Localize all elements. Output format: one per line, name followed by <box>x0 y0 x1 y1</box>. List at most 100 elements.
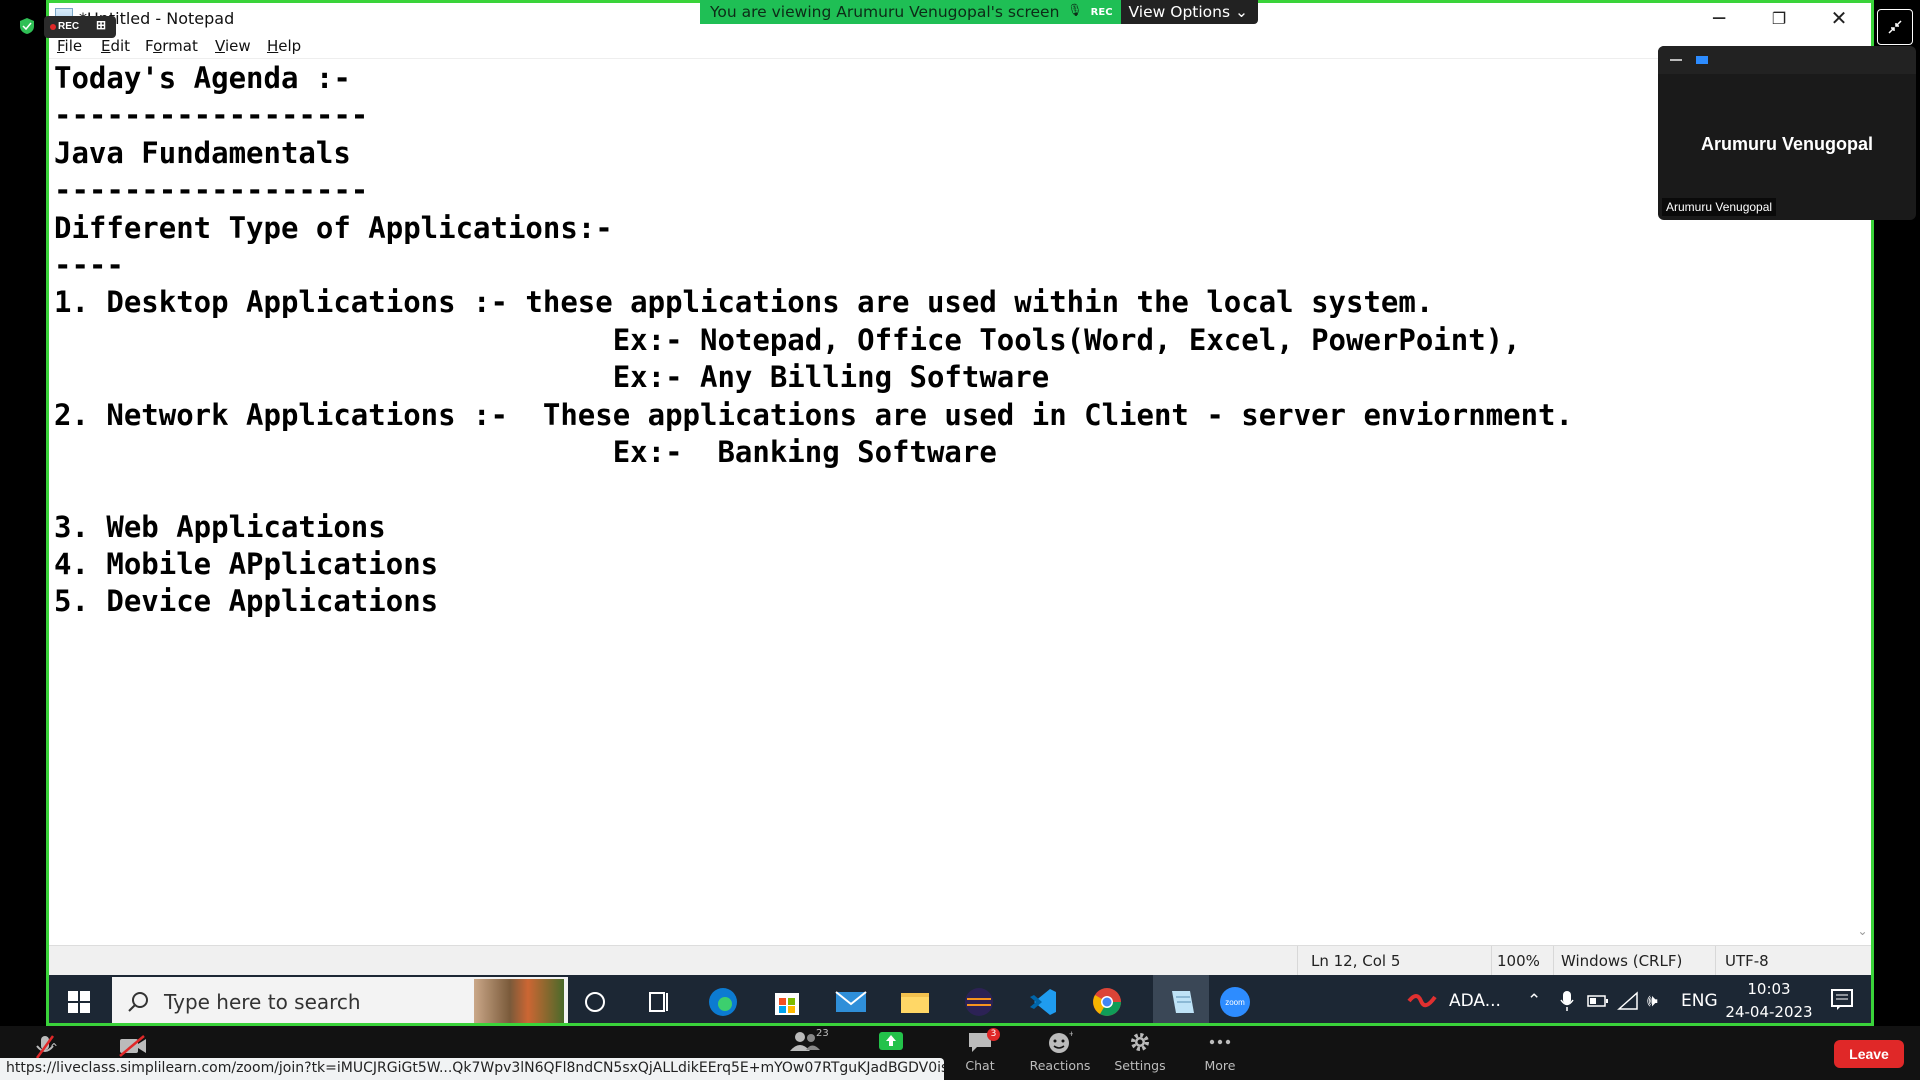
settings-button[interactable]: Settings <box>1105 1030 1175 1073</box>
shield-icon <box>20 18 34 39</box>
status-divider <box>1715 946 1716 976</box>
status-divider <box>1297 946 1298 976</box>
more-button[interactable]: More <box>1185 1030 1255 1073</box>
search-highlight-image <box>474 979 564 1023</box>
editor-line: 5. Device Applications <box>54 584 439 619</box>
tray-app-label[interactable]: ADA... <box>1449 991 1501 1011</box>
task-view-icon[interactable] <box>641 984 677 1020</box>
close-button[interactable]: ✕ <box>1809 3 1869 33</box>
windows-taskbar: Type here to search zoom ADA... ⌃ 🕪 ENG … <box>49 975 1871 1023</box>
editor-line: 3. Web Applications <box>54 509 386 544</box>
svg-text:+: + <box>1069 1030 1073 1039</box>
shared-screen: *Untitled - Notepad ─ ❐ ✕ File Edit Form… <box>46 0 1874 1026</box>
video-panel-header <box>1658 46 1916 74</box>
leave-button[interactable]: Leave <box>1834 1040 1904 1068</box>
chat-badge: 3 <box>987 1028 1000 1041</box>
audio-options-chevron-icon[interactable]: ⌃ <box>44 1040 64 1055</box>
acrobat-tray-icon[interactable] <box>1407 989 1437 1018</box>
chat-button[interactable]: 3 Chat <box>945 1028 1015 1073</box>
menu-bar: File Edit Format View Help <box>49 33 1871 59</box>
menu-help[interactable]: Help <box>267 37 301 55</box>
editor-line: Today's Agenda :- <box>54 61 351 95</box>
clock-date[interactable]: 24-04-2023 <box>1719 1003 1819 1021</box>
store-icon[interactable] <box>769 984 805 1020</box>
mail-icon[interactable] <box>833 984 869 1020</box>
restore-button[interactable]: ❐ <box>1749 3 1809 33</box>
taskbar-search-box[interactable]: Type here to search <box>112 977 568 1023</box>
microphone-icon[interactable] <box>1559 989 1575 1018</box>
settings-label: Settings <box>1114 1058 1166 1073</box>
grid-icon: ⊞ <box>96 18 107 32</box>
editor-line: 2. Network Applications :- These applica… <box>54 397 1573 432</box>
editor-line: Java Fundamentals <box>54 135 351 170</box>
file-explorer-icon[interactable] <box>897 984 933 1020</box>
eclipse-icon[interactable] <box>961 984 997 1020</box>
notifications-icon[interactable] <box>1831 989 1853 1016</box>
view-options-label: View Options <box>1128 3 1231 21</box>
mic-off-icon: 🎙 <box>1067 3 1083 17</box>
search-placeholder: Type here to search <box>164 990 361 1014</box>
video-off-icon <box>119 1035 146 1057</box>
editor-line: ------------------ <box>54 173 369 208</box>
viewing-screen-message: You are viewing Arumuru Venugopal's scre… <box>700 0 1121 24</box>
wifi-icon[interactable] <box>1617 991 1639 1016</box>
reactions-icon: + <box>1049 1030 1073 1053</box>
zoom-icon[interactable]: zoom <box>1217 984 1253 1020</box>
svg-text:zoom: zoom <box>1225 998 1245 1007</box>
editor-line: Different Type of Applications:- <box>54 210 613 245</box>
menu-file[interactable]: File <box>57 37 82 55</box>
chevron-up-icon[interactable]: ⌃ <box>1527 991 1541 1011</box>
cursor-position: Ln 12, Col 5 <box>1311 952 1401 970</box>
chevron-down-icon: ⌄ <box>1234 3 1248 21</box>
editor-line: ---- <box>54 247 124 282</box>
editor-line: Ex:- Notepad, Office Tools(Word, Excel, … <box>54 322 1521 357</box>
share-screen-button[interactable] <box>856 1030 926 1056</box>
scroll-down-arrow-icon[interactable]: ⌄ <box>1854 924 1871 940</box>
start-button[interactable] <box>49 975 109 1023</box>
menu-view[interactable]: View <box>215 37 251 55</box>
status-url: https://liveclass.simplilearn.com/zoom/j… <box>0 1058 944 1080</box>
presenter-name-tag: Arumuru Venugopal <box>1662 198 1777 216</box>
menu-edit[interactable]: Edit <box>101 37 130 55</box>
text-editor[interactable]: Today's Agenda :- ------------------ Jav… <box>49 60 1869 944</box>
zoom-level: 100% <box>1497 952 1540 970</box>
cortana-icon[interactable] <box>577 984 613 1020</box>
editor-line: ------------------ <box>54 98 369 133</box>
participants-button[interactable]: 23 <box>770 1028 840 1056</box>
volume-icon[interactable]: 🕪 <box>1647 991 1658 1011</box>
status-bar: Ln 12, Col 5 100% Windows (CRLF) UTF-8 <box>49 945 1871 976</box>
battery-icon[interactable] <box>1587 993 1609 1013</box>
vscode-icon[interactable] <box>1025 984 1061 1020</box>
line-ending: Windows (CRLF) <box>1561 952 1683 970</box>
participants-count: 23 <box>816 1028 829 1039</box>
view-options-button[interactable]: View Options ⌄ <box>1120 0 1258 24</box>
screen-share-banner: You are viewing Arumuru Venugopal's scre… <box>700 0 1258 24</box>
more-dots-icon <box>1209 1039 1231 1045</box>
windows-start-icon <box>68 991 90 1013</box>
editor-line: 4. Mobile APplications <box>54 547 439 582</box>
presenter-name: Arumuru Venugopal <box>1700 134 1873 154</box>
chat-label: Chat <box>965 1058 995 1073</box>
notepad-icon[interactable] <box>1153 975 1209 1023</box>
minimize-button[interactable]: ─ <box>1689 3 1749 33</box>
system-tray: ADA... ⌃ 🕪 ENG 10:03 24-04-2023 <box>1391 975 1871 1023</box>
minimize-video-icon[interactable] <box>1670 59 1682 61</box>
status-divider <box>1491 946 1492 976</box>
recording-indicator[interactable]: REC ⊞ <box>44 16 116 38</box>
collapse-icon <box>1888 20 1902 34</box>
language-indicator[interactable]: ENG <box>1681 991 1718 1011</box>
record-dot-icon <box>50 24 56 30</box>
exit-fullscreen-button[interactable] <box>1877 9 1913 45</box>
gear-icon <box>1131 1033 1149 1051</box>
reactions-label: Reactions <box>1029 1058 1091 1073</box>
reactions-button[interactable]: + Reactions <box>1025 1030 1095 1073</box>
video-layout-icon[interactable] <box>1696 56 1708 64</box>
clock-time[interactable]: 10:03 <box>1719 980 1819 998</box>
participant-video-panel[interactable]: Arumuru Venugopal Arumuru Venugopal <box>1658 46 1916 220</box>
banner-text: You are viewing Arumuru Venugopal's scre… <box>710 3 1060 21</box>
edge-icon[interactable] <box>705 984 741 1020</box>
menu-format[interactable]: Format <box>145 37 198 55</box>
recording-label: REC <box>58 21 80 32</box>
chrome-icon[interactable] <box>1089 984 1125 1020</box>
